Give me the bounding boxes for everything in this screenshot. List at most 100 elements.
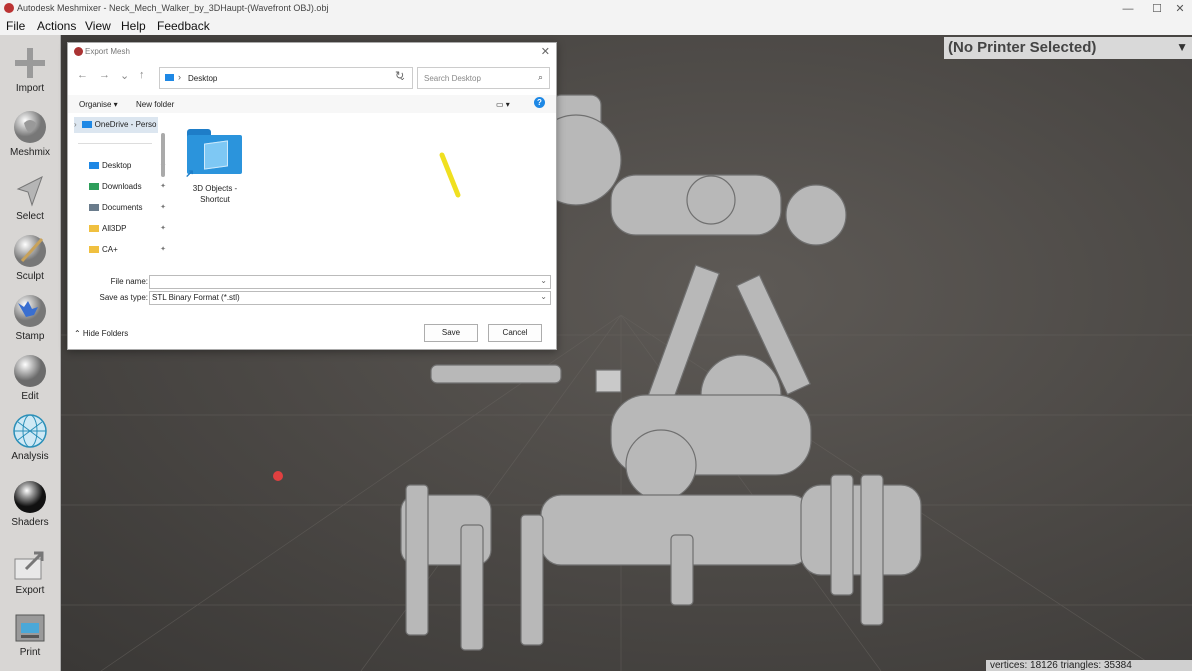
close-window-button[interactable]: ✕ [1166, 0, 1192, 18]
downloads-folder-icon [89, 183, 99, 191]
pin-icon: ✦ [160, 183, 166, 190]
menu-bar: File Actions View Help Feedback [0, 18, 1192, 35]
chevron-down-icon: ▼ [1176, 40, 1188, 54]
refresh-button[interactable]: ↻ [395, 69, 404, 82]
tool-print[interactable]: Print [0, 609, 60, 658]
brush-sphere-icon [14, 235, 46, 267]
nav-item-ca-plus[interactable]: CA+ ✦ [89, 242, 166, 258]
folder-icon [89, 225, 99, 233]
organise-button[interactable]: Organise ▾ [79, 100, 118, 109]
minimize-button[interactable]: — [1114, 0, 1142, 18]
chevron-right-icon[interactable]: › [74, 120, 77, 129]
printer-icon [15, 614, 45, 642]
tool-stamp[interactable]: Stamp [0, 293, 60, 342]
tool-sculpt[interactable]: Sculpt [0, 233, 60, 282]
pin-icon: ✦ [160, 225, 166, 232]
back-button[interactable]: ← [77, 69, 88, 81]
plus-icon [15, 48, 45, 78]
save-button[interactable]: Save [424, 324, 478, 342]
search-icon: ⌕ [537, 72, 543, 82]
nav-item-label: OneDrive - Perso [94, 120, 157, 129]
nav-item-onedrive[interactable]: › OneDrive - Perso [74, 117, 158, 133]
tool-import-label: Import [15, 83, 45, 94]
folder-item-label[interactable]: 3D Objects - Shortcut [182, 183, 248, 205]
save-as-type-select[interactable]: STL Binary Format (*.stl) ⌄ [149, 291, 551, 305]
tool-analysis-label: Analysis [11, 451, 49, 462]
search-input[interactable]: Search Desktop ⌕ [417, 67, 550, 89]
menu-view[interactable]: View [85, 19, 111, 33]
forward-button[interactable]: → [99, 69, 110, 81]
printer-selector[interactable]: (No Printer Selected) ▼ [944, 37, 1192, 59]
window-title: Autodesk Meshmixer - Neck_Mech_Walker_by… [17, 3, 329, 13]
export-mesh-dialog: Export Mesh ✕ ← → ⌄ ↑ › Desktop ⌄ ↻ Sear… [67, 42, 557, 350]
tool-shaders[interactable]: Shaders [0, 479, 60, 528]
menu-actions[interactable]: Actions [37, 19, 76, 33]
printer-label: (No Printer Selected) [948, 39, 1097, 56]
address-bar[interactable]: › Desktop ⌄ [159, 67, 413, 89]
pin-icon: ✦ [160, 246, 166, 253]
address-location: Desktop [188, 74, 218, 83]
nav-item-label: All3DP [102, 224, 127, 233]
hide-folders-button[interactable]: ⌃ Hide Folders [74, 329, 128, 338]
bunny-sphere-icon [14, 111, 46, 143]
recent-locations-button[interactable]: ⌄ [120, 69, 129, 82]
cancel-button[interactable]: Cancel [488, 324, 542, 342]
tool-edit[interactable]: Edit [0, 353, 60, 402]
window-titlebar: Autodesk Meshmixer - Neck_Mech_Walker_by… [0, 0, 1192, 18]
file-name-input[interactable]: ⌄ [149, 275, 551, 289]
nav-item-label: Desktop [102, 161, 132, 170]
tool-meshmix[interactable]: Meshmix [0, 109, 60, 158]
file-name-label: File name: [110, 277, 148, 286]
tool-export-label: Export [15, 585, 45, 596]
save-as-type-label: Save as type: [99, 293, 148, 302]
tool-meshmix-label: Meshmix [9, 147, 50, 158]
folder-icon [89, 246, 99, 254]
3d-objects-folder-icon[interactable]: ↗ [185, 129, 242, 180]
sphere-icon [14, 355, 46, 387]
tool-analysis[interactable]: Analysis [0, 413, 60, 462]
yellow-annotation-mark [439, 152, 461, 198]
cube-icon [204, 140, 228, 170]
chevron-right-icon: › [178, 72, 181, 82]
folder-icon [165, 74, 174, 81]
mesh-stats: vertices: 18126 triangles: 35384 [986, 660, 1192, 671]
nav-divider [78, 143, 152, 144]
tool-export[interactable]: Export [0, 547, 60, 596]
nav-item-documents[interactable]: Documents ✦ [89, 200, 166, 216]
menu-help[interactable]: Help [121, 19, 146, 33]
save-as-type-row: Save as type: STL Binary Format (*.stl) … [68, 291, 556, 305]
save-as-type-value: STL Binary Format (*.stl) [152, 293, 240, 302]
cloud-icon [81, 121, 92, 129]
nav-pane-scrollbar[interactable] [161, 133, 165, 177]
nav-item-desktop[interactable]: Desktop✦ [89, 158, 166, 174]
up-button[interactable]: ↑ [139, 69, 145, 81]
tool-sculpt-label: Sculpt [16, 271, 44, 282]
ground-grid [61, 314, 1192, 671]
pivot-marker[interactable] [273, 471, 283, 481]
file-list: ↗ 3D Objects - Shortcut [168, 115, 554, 267]
documents-folder-icon [89, 204, 99, 212]
export-icon [14, 551, 44, 580]
close-dialog-button[interactable]: ✕ [541, 45, 550, 58]
tool-edit-label: Edit [21, 391, 39, 402]
search-placeholder: Search Desktop [424, 74, 481, 83]
wireframe-sphere-icon [13, 414, 47, 448]
help-icon[interactable]: ? [534, 97, 545, 108]
chevron-down-icon[interactable]: ⌄ [540, 276, 547, 285]
nav-item-label: CA+ [102, 245, 118, 254]
new-folder-button[interactable]: New folder [136, 100, 174, 109]
nav-item-downloads[interactable]: Downloads ✦ [89, 179, 166, 195]
nav-item-all3dp[interactable]: All3DP ✦ [89, 221, 166, 237]
menu-file[interactable]: File [6, 19, 25, 33]
dialog-titlebar: Export Mesh ✕ [68, 43, 556, 61]
navigation-pane: ›OneDrive - Perso Desktop✦ Downloads✦ Do… [68, 115, 166, 267]
tool-import[interactable]: Import [0, 45, 60, 94]
menu-feedback[interactable]: Feedback [157, 19, 210, 33]
chevron-down-icon: ⌄ [540, 292, 547, 301]
view-options-button[interactable]: ▭ ▾ [496, 100, 510, 109]
tool-stamp-label: Stamp [15, 331, 45, 342]
tool-select[interactable]: Select [0, 173, 60, 222]
stamp-sphere-icon [14, 295, 46, 327]
desktop-folder-icon [89, 162, 99, 170]
shader-sphere-icon [14, 481, 46, 513]
